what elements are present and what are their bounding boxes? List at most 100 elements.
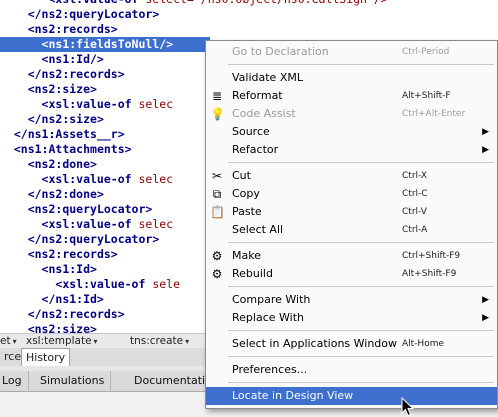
code-line[interactable]: </ns2:queryLocator> [0, 232, 160, 247]
breadcrumb-item[interactable]: xsl:template ▾ [26, 335, 98, 347]
code-line[interactable]: <ns2:done> [0, 157, 97, 172]
code-line[interactable]: <ns2:size> [0, 82, 97, 97]
menu-item-label: Rebuild [232, 267, 273, 280]
menu-item-source[interactable]: Source ▶ [206, 123, 497, 141]
menu-item-shortcut: Ctrl-V [402, 207, 427, 217]
menu-item-label: Validate XML [232, 71, 303, 84]
menu-item-label: Locate in Design View [232, 389, 354, 402]
code-tag: </ns2:records> [27, 307, 125, 321]
code-line[interactable]: </ns2:queryLocator> [0, 7, 160, 22]
menu-item-label: Preferences... [232, 363, 308, 376]
code-line[interactable]: </ns1:Id> [0, 292, 104, 307]
paste-icon: 📋 [210, 205, 225, 219]
code-tag: <xsl:value-of [48, 0, 145, 6]
rebuild-icon: ⚙ [211, 267, 223, 281]
menu-item-cut[interactable]: ✂ Cut Ctrl-X [206, 167, 497, 185]
code-line[interactable]: </ns2:records> [0, 67, 125, 82]
code-line[interactable]: <ns2:size> [0, 322, 97, 333]
code-attribute: select="/ns0:object/ns0:CallSign"/> [145, 0, 387, 6]
tab-simulations[interactable]: Simulations [34, 371, 112, 391]
code-line[interactable]: <xsl:value-of sele [0, 277, 180, 292]
code-line[interactable]: <xsl:value-of selec [0, 217, 174, 232]
code-line[interactable]: <ns2:records> [0, 22, 118, 37]
code-line[interactable]: <ns1:Attachments> [0, 142, 132, 157]
menu-separator [228, 356, 494, 357]
menu-item-shortcut: Ctrl-A [402, 225, 428, 235]
menu-item-paste[interactable]: 📋 Paste Ctrl-V [206, 203, 497, 221]
code-line[interactable]: </ns1:Assets__r> [0, 127, 125, 142]
menu-item-locate-in-design-view[interactable]: Locate in Design View [206, 387, 497, 405]
scissors-icon: ✂ [211, 169, 223, 183]
menu-separator [228, 64, 494, 65]
code-line[interactable]: <ns2:queryLocator> [0, 202, 153, 217]
code-line[interactable]: <ns1:Id/> [0, 52, 104, 67]
code-line[interactable]: <xsl:value-of selec [0, 97, 174, 112]
tab-history[interactable]: History [21, 348, 71, 366]
menu-item-replace-with[interactable]: Replace With ▶ [206, 309, 497, 327]
breadcrumb-item[interactable]: tns:create ▾ [130, 335, 189, 347]
code-tag: </ns2:size> [27, 112, 104, 126]
submenu-arrow-icon: ▶ [482, 127, 489, 137]
code-attribute: sele [152, 277, 181, 291]
menu-item-make[interactable]: ⚙ Make Ctrl+Shift-F9 [206, 247, 497, 265]
menu-item-label: Refactor [232, 143, 279, 156]
menu-item-label: Select All [232, 223, 284, 236]
code-line[interactable]: <xsl:value-of selec [0, 172, 174, 187]
menu-item-label: Source [232, 125, 270, 138]
menu-item-shortcut: Ctrl-C [402, 189, 428, 199]
code-line[interactable]: <ns1:fieldsToNull/> [0, 37, 210, 52]
menu-item-label: Compare With [232, 293, 311, 306]
code-line[interactable]: <ns2:records> [0, 247, 118, 262]
code-tag: </ns2:records> [27, 67, 125, 81]
menu-item-rebuild[interactable]: ⚙ Rebuild Alt+Shift-F9 [206, 265, 497, 283]
menu-item-label: Reformat [232, 89, 283, 102]
code-tag: <ns1:Id> [41, 262, 97, 276]
code-line[interactable]: </ns2:size> [0, 112, 104, 127]
code-attribute: selec [138, 217, 174, 231]
menu-item-select-all[interactable]: Select All Ctrl-A [206, 221, 497, 239]
code-tag: <ns1:Attachments> [13, 142, 132, 156]
code-line[interactable]: <ns1:Id> [0, 262, 97, 277]
tab-log[interactable]: Log [0, 371, 29, 391]
chevron-down-icon: ▾ [185, 337, 190, 346]
menu-item-code-assist: 💡 Code Assist Ctrl+Alt-Enter [206, 105, 497, 123]
menu-item-copy[interactable]: ⧉ Copy Ctrl-C [206, 185, 497, 203]
code-tag: <ns1:fieldsToNull/> [41, 37, 174, 51]
menu-separator [228, 286, 494, 287]
code-tag: <xsl:value-of [41, 97, 139, 111]
copy-icon: ⧉ [212, 187, 222, 201]
menu-separator [228, 330, 494, 331]
code-tag: <ns1:Id/> [41, 52, 104, 66]
menu-item-reformat[interactable]: ≣ Reformat Alt+Shift-F [206, 87, 497, 105]
menu-item-go-to-declaration: Go to Declaration Ctrl-Period [206, 43, 497, 61]
menu-item-label: Code Assist [232, 107, 296, 120]
chevron-down-icon: ▾ [93, 337, 98, 346]
menu-item-shortcut: Ctrl-X [402, 171, 427, 181]
menu-item-select-in-applications-window[interactable]: Select in Applications Window Alt-Home [206, 335, 497, 353]
code-tag: <ns2:queryLocator> [27, 202, 153, 216]
menu-item-preferences[interactable]: Preferences... [206, 361, 497, 379]
breadcrumb-item[interactable]: et ▾ [0, 335, 17, 347]
menu-item-shortcut: Ctrl+Alt-Enter [402, 109, 466, 119]
menu-item-compare-with[interactable]: Compare With ▶ [206, 291, 497, 309]
code-line[interactable]: </ns2:done> [0, 187, 104, 202]
code-line[interactable]: <xsl:value-of select="/ns0:object/ns0:Ca… [0, 0, 387, 7]
code-line[interactable]: </ns2:records> [0, 307, 125, 322]
submenu-arrow-icon: ▶ [482, 295, 489, 305]
menu-item-shortcut: Alt+Shift-F9 [402, 269, 457, 279]
submenu-arrow-icon: ▶ [482, 145, 489, 155]
menu-item-shortcut: Ctrl-Period [402, 47, 450, 57]
menu-separator [228, 382, 494, 383]
menu-item-validate-xml[interactable]: Validate XML [206, 69, 497, 87]
menu-item-refactor[interactable]: Refactor ▶ [206, 141, 497, 159]
